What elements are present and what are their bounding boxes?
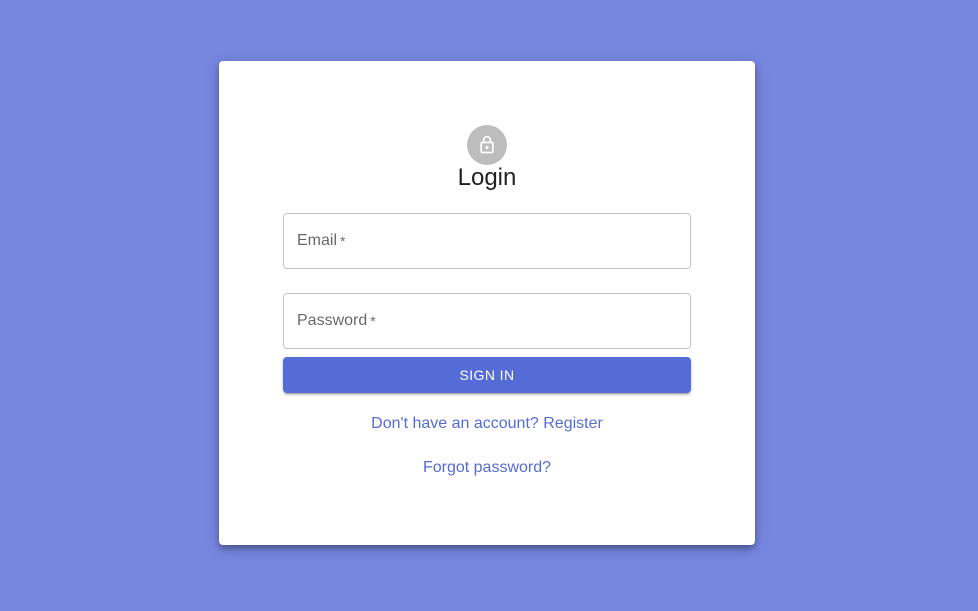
password-field[interactable]: Password * <box>283 293 691 349</box>
password-input[interactable] <box>284 294 690 348</box>
forgot-password-row: Forgot password? <box>219 456 755 480</box>
lock-avatar <box>467 125 507 165</box>
email-field[interactable]: Email * <box>283 213 691 269</box>
forgot-password-link[interactable]: Forgot password? <box>423 459 551 476</box>
sign-in-button[interactable]: SIGN IN <box>283 357 691 393</box>
lock-icon <box>477 135 497 155</box>
register-link[interactable]: Don't have an account? Register <box>371 415 603 432</box>
login-card: Login Email * Password * SIGN IN Don't hav… <box>219 61 755 545</box>
register-link-row: Don't have an account? Register <box>219 412 755 436</box>
email-input[interactable] <box>284 214 690 268</box>
page-title: Login <box>457 164 517 191</box>
